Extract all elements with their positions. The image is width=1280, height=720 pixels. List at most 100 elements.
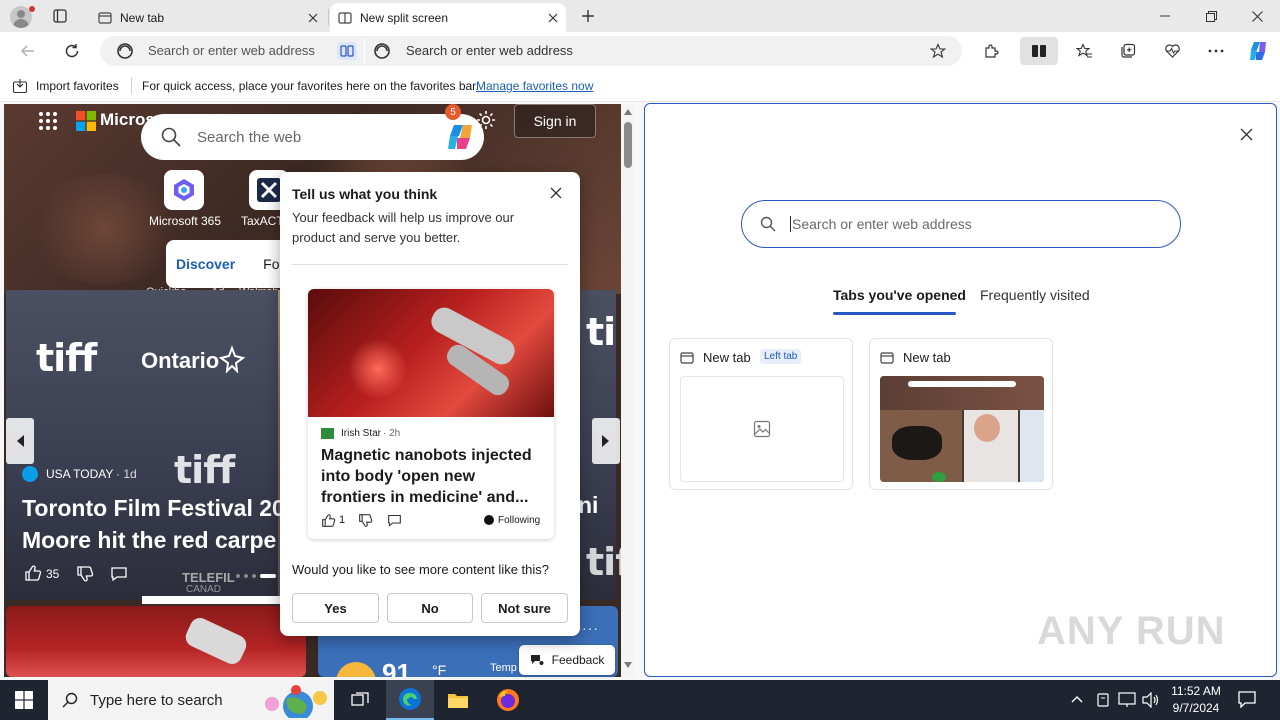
tab-frequently-visited[interactable]: Frequently visited [980, 287, 1090, 303]
comment-button[interactable] [110, 565, 128, 583]
close-icon [550, 187, 562, 199]
extensions-button[interactable] [975, 37, 1007, 65]
tab-new-tab[interactable]: New tab [90, 3, 326, 32]
search-engine-icon [116, 42, 134, 60]
firefox-button[interactable] [484, 680, 532, 720]
manage-favorites-link[interactable]: Manage favorites now [476, 79, 593, 93]
opened-tab-card[interactable]: New tab Left tab [669, 338, 853, 490]
carousel-next-button[interactable] [592, 418, 620, 464]
collections-button[interactable] [1112, 37, 1144, 65]
refresh-icon [65, 44, 79, 58]
favorites-bar: Import favorites For quick access, place… [0, 70, 1280, 102]
app-tile-microsoft-365[interactable] [164, 170, 204, 210]
banner-text: Ontario [141, 348, 220, 373]
popup-title: Tell us what you think [292, 186, 438, 202]
start-button[interactable] [0, 680, 48, 720]
following-check-icon [484, 515, 494, 525]
split-link-icon[interactable] [337, 42, 357, 60]
tab-new-split-screen[interactable]: New split screen [330, 3, 566, 32]
right-address-input[interactable]: Search or enter web address [406, 43, 573, 58]
favorite-star-button[interactable] [922, 37, 954, 65]
card-dislike-button[interactable] [358, 513, 373, 528]
story-preview-card[interactable]: Irish Star · 2h Magnetic nanobots inject… [308, 289, 554, 539]
tab-page-icon [98, 11, 112, 24]
web-search-box[interactable]: Search the web [141, 114, 484, 160]
show-hidden-icons-button[interactable] [1070, 692, 1084, 706]
taskbar-search-placeholder: Type here to search [90, 691, 223, 709]
microsoft-365-icon [174, 179, 194, 201]
app-launcher-icon[interactable] [38, 111, 58, 131]
plus-icon [582, 10, 594, 22]
task-view-button[interactable] [336, 680, 384, 720]
close-split-button[interactable] [1240, 128, 1253, 141]
left-pane-scrollbar[interactable] [621, 104, 635, 677]
clock[interactable]: 11:52 AM 9/7/2024 [1168, 683, 1224, 717]
edge-taskbar-button[interactable] [386, 680, 434, 720]
split-screen-button[interactable] [1020, 37, 1058, 65]
popup-close-button[interactable] [550, 187, 562, 199]
new-tab-button[interactable] [572, 2, 604, 30]
folder-icon [448, 694, 468, 708]
left-address-input[interactable]: Search or enter web address [148, 43, 315, 58]
taxact-icon [257, 178, 281, 202]
carousel-prev-button[interactable] [6, 418, 34, 464]
feedback-button[interactable]: Feedback [519, 645, 615, 675]
app-label: TaxACT [241, 214, 284, 228]
card-age: · 2h [383, 428, 401, 439]
banner-text: TELEFIL [182, 570, 235, 585]
no-button[interactable]: No [387, 593, 473, 623]
ethernet-icon[interactable] [1118, 692, 1136, 708]
scroll-thumb[interactable] [624, 122, 632, 168]
scroll-up-arrow[interactable] [624, 109, 632, 115]
refresh-button[interactable] [56, 37, 88, 65]
import-favorites-button[interactable]: Import favorites [12, 78, 119, 94]
notification-dot [29, 6, 35, 12]
feedback-popup: Tell us what you think Your feedback wil… [280, 172, 580, 636]
split-search-placeholder: Search or enter web address [790, 216, 972, 232]
notifications-button[interactable] [1238, 690, 1256, 708]
not-sure-button[interactable]: Not sure [481, 593, 568, 623]
opened-tab-card[interactable]: New tab [869, 338, 1053, 490]
split-search-box[interactable]: Search or enter web address [741, 200, 1181, 248]
scroll-down-arrow[interactable] [624, 662, 632, 668]
thumbs-down-icon [77, 566, 94, 582]
dislike-button[interactable] [76, 565, 94, 583]
favorites-button[interactable] [1068, 37, 1100, 65]
file-explorer-button[interactable] [434, 680, 482, 720]
yes-button[interactable]: Yes [292, 593, 379, 623]
feedback-label: Feedback [551, 653, 605, 667]
notification-badge: 5 [445, 104, 461, 120]
tab-page-icon [680, 352, 694, 364]
following-label[interactable]: Following [498, 515, 540, 526]
minimize-button[interactable] [1142, 0, 1188, 32]
close-window-button[interactable] [1234, 0, 1280, 32]
network-status-icon[interactable] [1096, 692, 1110, 708]
close-tab-icon[interactable] [548, 13, 558, 23]
settings-more-button[interactable] [1200, 37, 1232, 65]
thumbs-up-icon [322, 514, 336, 527]
close-tab-icon[interactable] [308, 13, 318, 23]
copilot-search-icon[interactable] [444, 122, 476, 152]
more-dots-icon[interactable]: ··· [582, 620, 599, 636]
comment-icon [388, 514, 401, 527]
like-button[interactable] [24, 564, 42, 582]
tab-discover[interactable]: Discover [176, 256, 235, 272]
copilot-button[interactable] [1242, 37, 1274, 65]
card-headline: Magnetic nanobots injected into body 'op… [321, 447, 532, 506]
sign-in-button[interactable]: Sign in [514, 104, 596, 138]
tab-tabs-opened[interactable]: Tabs you've opened [833, 287, 966, 303]
card-comment-button[interactable] [387, 513, 402, 528]
settings-gear-icon[interactable] [476, 110, 496, 130]
card-like-button[interactable] [321, 513, 336, 528]
restore-button[interactable] [1188, 0, 1234, 32]
tab-actions-icon[interactable] [44, 2, 76, 30]
microsoft-logo-icon [76, 111, 96, 131]
back-button[interactable] [12, 37, 44, 65]
story-thumbnail-card[interactable] [6, 606, 306, 677]
story-image [308, 289, 554, 417]
split-screen-icon [1032, 45, 1046, 57]
search-icon [161, 127, 181, 147]
ontario-trillium-icon [218, 345, 246, 373]
browser-essentials-button[interactable] [1156, 37, 1188, 65]
volume-icon[interactable] [1142, 692, 1160, 708]
